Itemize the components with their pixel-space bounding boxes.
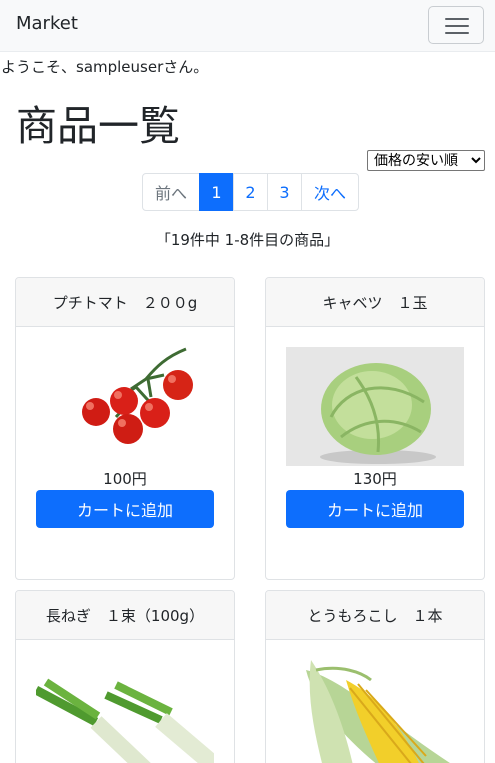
page-title: 商品一覧 [16, 102, 180, 150]
pagination-next-button[interactable]: 次へ [301, 173, 359, 211]
add-to-cart-button[interactable]: カートに追加 [36, 490, 214, 528]
result-count: 「19件中 1-8件目の商品」 [155, 231, 340, 249]
brand-link[interactable]: Market [16, 13, 78, 34]
welcome-text: ようこそ、sampleuserさん。 [1, 58, 209, 76]
pagination-prev-button[interactable]: 前へ [142, 173, 200, 211]
pagination: 前へ 1 2 3 次へ [142, 173, 359, 211]
product-price: 100円 [103, 470, 147, 488]
pagination-page-1[interactable]: 1 [199, 173, 234, 211]
product-name: プチトマト ２００g [16, 278, 234, 327]
pagination-page-2[interactable]: 2 [233, 173, 268, 211]
product-name: 長ねぎ １束（100g） [16, 591, 234, 640]
cherry-tomato-image [36, 347, 214, 466]
pagination-page-3[interactable]: 3 [267, 173, 302, 211]
product-card: キャベツ １玉 130円 カートに追加 [265, 277, 485, 580]
green-onion-image [36, 660, 214, 763]
product-card: 長ねぎ １束（100g） [15, 590, 235, 763]
corn-image [286, 660, 464, 763]
menu-icon [445, 18, 469, 20]
add-to-cart-button[interactable]: カートに追加 [286, 490, 464, 528]
sort-select[interactable]: 価格の安い順 [367, 150, 485, 171]
product-card: プチトマト ２００g 100円 カートに追加 [15, 277, 235, 580]
navbar-toggler-button[interactable] [428, 6, 484, 44]
product-name: キャベツ １玉 [266, 278, 484, 327]
product-name: とうもろこし １本 [266, 591, 484, 640]
navbar: Market [0, 0, 495, 52]
product-card: とうもろこし １本 [265, 590, 485, 763]
product-price: 130円 [353, 470, 397, 488]
cabbage-image [286, 347, 464, 466]
